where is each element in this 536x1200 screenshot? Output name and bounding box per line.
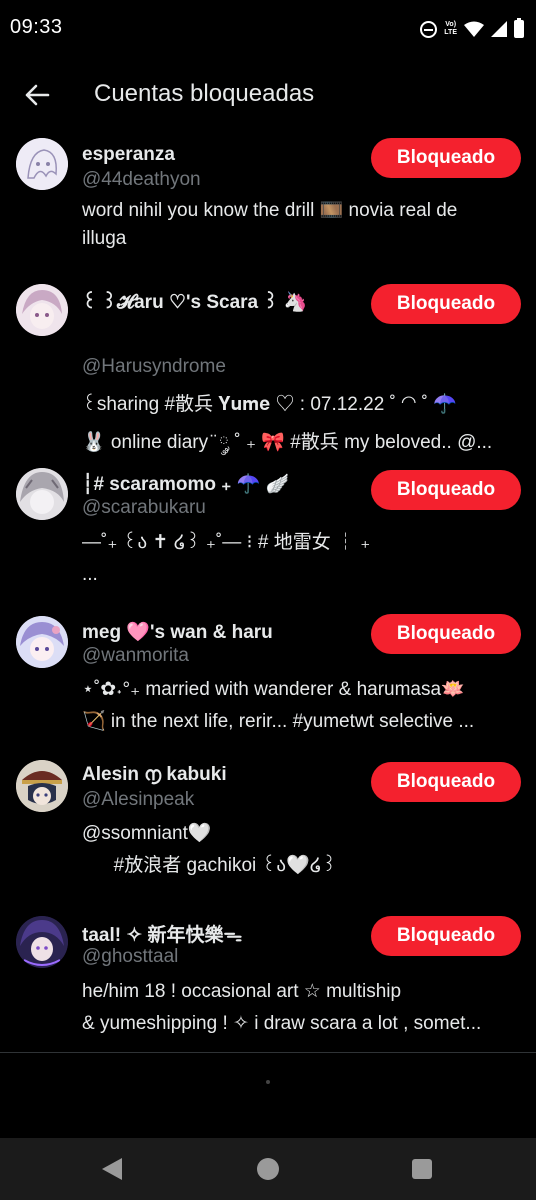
bio-line: ꒰sharing #散兵 𝐘𝐮𝐦𝐞 ♡ : 07.12.22 ˚ ◠ ˚ ☂️ bbox=[82, 394, 457, 415]
blocked-users-list: esperanza @44deathyon Bloqueado word nih… bbox=[0, 126, 536, 1048]
user-name: esperanza bbox=[82, 144, 175, 165]
blocked-button[interactable]: Bloqueado bbox=[371, 762, 521, 802]
wifi-icon bbox=[464, 21, 484, 37]
user-bio: ⋆˚✿˖°₊ married with wanderer & harumasa🪷… bbox=[82, 674, 522, 738]
bio-line: he/him 18 ! occasional art ☆ multiship bbox=[82, 981, 402, 1002]
bio-line: & yumeshipping ! ✧ i draw scara a lot , … bbox=[82, 1013, 482, 1034]
user-handle: @Alesinpeak bbox=[82, 789, 195, 810]
page-title: Cuentas bloqueadas bbox=[94, 80, 315, 107]
status-time: 09:33 bbox=[10, 16, 63, 38]
blocked-button[interactable]: Bloqueado bbox=[371, 138, 521, 178]
blocked-button[interactable]: Bloqueado bbox=[371, 614, 521, 654]
volte-top-text: Vo) bbox=[445, 21, 457, 28]
avatar[interactable] bbox=[16, 468, 68, 520]
user-name: ꒰ ꒱𝓗aru ♡'s Scara ꒱ 🦄 bbox=[82, 292, 308, 313]
user-handle: @wanmorita bbox=[82, 645, 189, 666]
signal-icon bbox=[491, 21, 507, 37]
user-bio: word nihil you know the drill 🎞️ novia r… bbox=[82, 197, 522, 253]
volte-bottom-text: LTE bbox=[444, 29, 457, 36]
nav-recents-icon[interactable] bbox=[412, 1159, 432, 1179]
user-handle: @Harusyndrome bbox=[82, 356, 226, 377]
status-icons: Vo) LTE bbox=[420, 18, 524, 40]
top-app-bar: Cuentas bloqueadas bbox=[0, 70, 536, 122]
user-row[interactable]: taal! ✧ 新年快樂ᯓ @ghosttaal Bloqueado he/hi… bbox=[0, 898, 536, 1048]
nav-back-icon[interactable] bbox=[102, 1158, 122, 1180]
avatar[interactable] bbox=[16, 138, 68, 190]
bio-line: illuga bbox=[82, 228, 127, 249]
back-arrow-icon[interactable] bbox=[22, 80, 52, 110]
battery-icon bbox=[514, 18, 524, 38]
list-divider bbox=[0, 1052, 536, 1053]
user-handle: @scarabukaru bbox=[82, 497, 206, 518]
bio-line: ⋆˚✿˖°₊ married with wanderer & harumasa🪷 bbox=[82, 679, 465, 700]
user-name: ┆# scaramomo ₊ ☂️ 🪽 bbox=[82, 474, 290, 495]
bio-line: @ssomniant🤍 bbox=[82, 823, 212, 844]
blocked-button[interactable]: Bloqueado bbox=[371, 470, 521, 510]
user-row[interactable]: esperanza @44deathyon Bloqueado word nih… bbox=[0, 126, 536, 266]
avatar[interactable] bbox=[16, 916, 68, 968]
user-row[interactable]: ┆# scaramomo ₊ ☂️ 🪽 @scarabukaru Bloquea… bbox=[0, 452, 536, 596]
blocked-button[interactable]: Bloqueado bbox=[371, 284, 521, 324]
user-row[interactable]: ꒰ ꒱𝓗aru ♡'s Scara ꒱ 🦄 @Harusyndrome Bloq… bbox=[0, 266, 536, 453]
avatar[interactable] bbox=[16, 284, 68, 336]
system-navigation-bar bbox=[0, 1138, 536, 1200]
bio-line: —˚₊ ꒰ა ✝ ໒꒱ ₊˚— ⁝ # 地雷女 ┆ ₊ bbox=[82, 532, 371, 553]
user-name: Alesin ൱ kabuki bbox=[82, 764, 227, 785]
user-handle: @ghosttaal bbox=[82, 946, 179, 967]
user-name: taal! ✧ 新年快樂ᯓ bbox=[82, 925, 243, 946]
blocked-button[interactable]: Bloqueado bbox=[371, 916, 521, 956]
user-row[interactable]: meg 🩷's wan & haru @wanmorita Bloqueado … bbox=[0, 596, 536, 744]
volte-icon: Vo) LTE bbox=[444, 21, 457, 37]
avatar[interactable] bbox=[16, 760, 68, 812]
bio-line: ... bbox=[82, 564, 98, 585]
user-bio: ꒰sharing #散兵 𝐘𝐮𝐦𝐞 ♡ : 07.12.22 ˚ ◠ ˚ ☂️ … bbox=[82, 386, 522, 462]
user-row[interactable]: Alesin ൱ kabuki @Alesinpeak Bloqueado @s… bbox=[0, 744, 536, 898]
user-bio: —˚₊ ꒰ა ✝ ໒꒱ ₊˚— ⁝ # 地雷女 ┆ ₊ ... bbox=[82, 527, 522, 591]
bio-line: 🏹 in the next life, rerir... #yumetwt se… bbox=[82, 711, 475, 732]
nav-home-icon[interactable] bbox=[257, 1158, 279, 1180]
user-handle: @44deathyon bbox=[82, 169, 201, 190]
do-not-disturb-icon bbox=[420, 20, 438, 38]
user-bio: he/him 18 ! occasional art ☆ multiship &… bbox=[82, 976, 522, 1040]
scroll-indicator bbox=[266, 1080, 270, 1084]
status-bar: 09:33 Vo) LTE bbox=[0, 0, 536, 58]
bio-line: #放浪者 gachikoi ꒰ა🤍໒꒱ bbox=[82, 855, 337, 876]
bio-line: word nihil you know the drill 🎞️ novia r… bbox=[82, 200, 458, 221]
user-bio: @ssomniant🤍 #放浪者 gachikoi ꒰ა🤍໒꒱ bbox=[82, 818, 522, 882]
user-name: meg 🩷's wan & haru bbox=[82, 622, 273, 643]
avatar[interactable] bbox=[16, 616, 68, 668]
